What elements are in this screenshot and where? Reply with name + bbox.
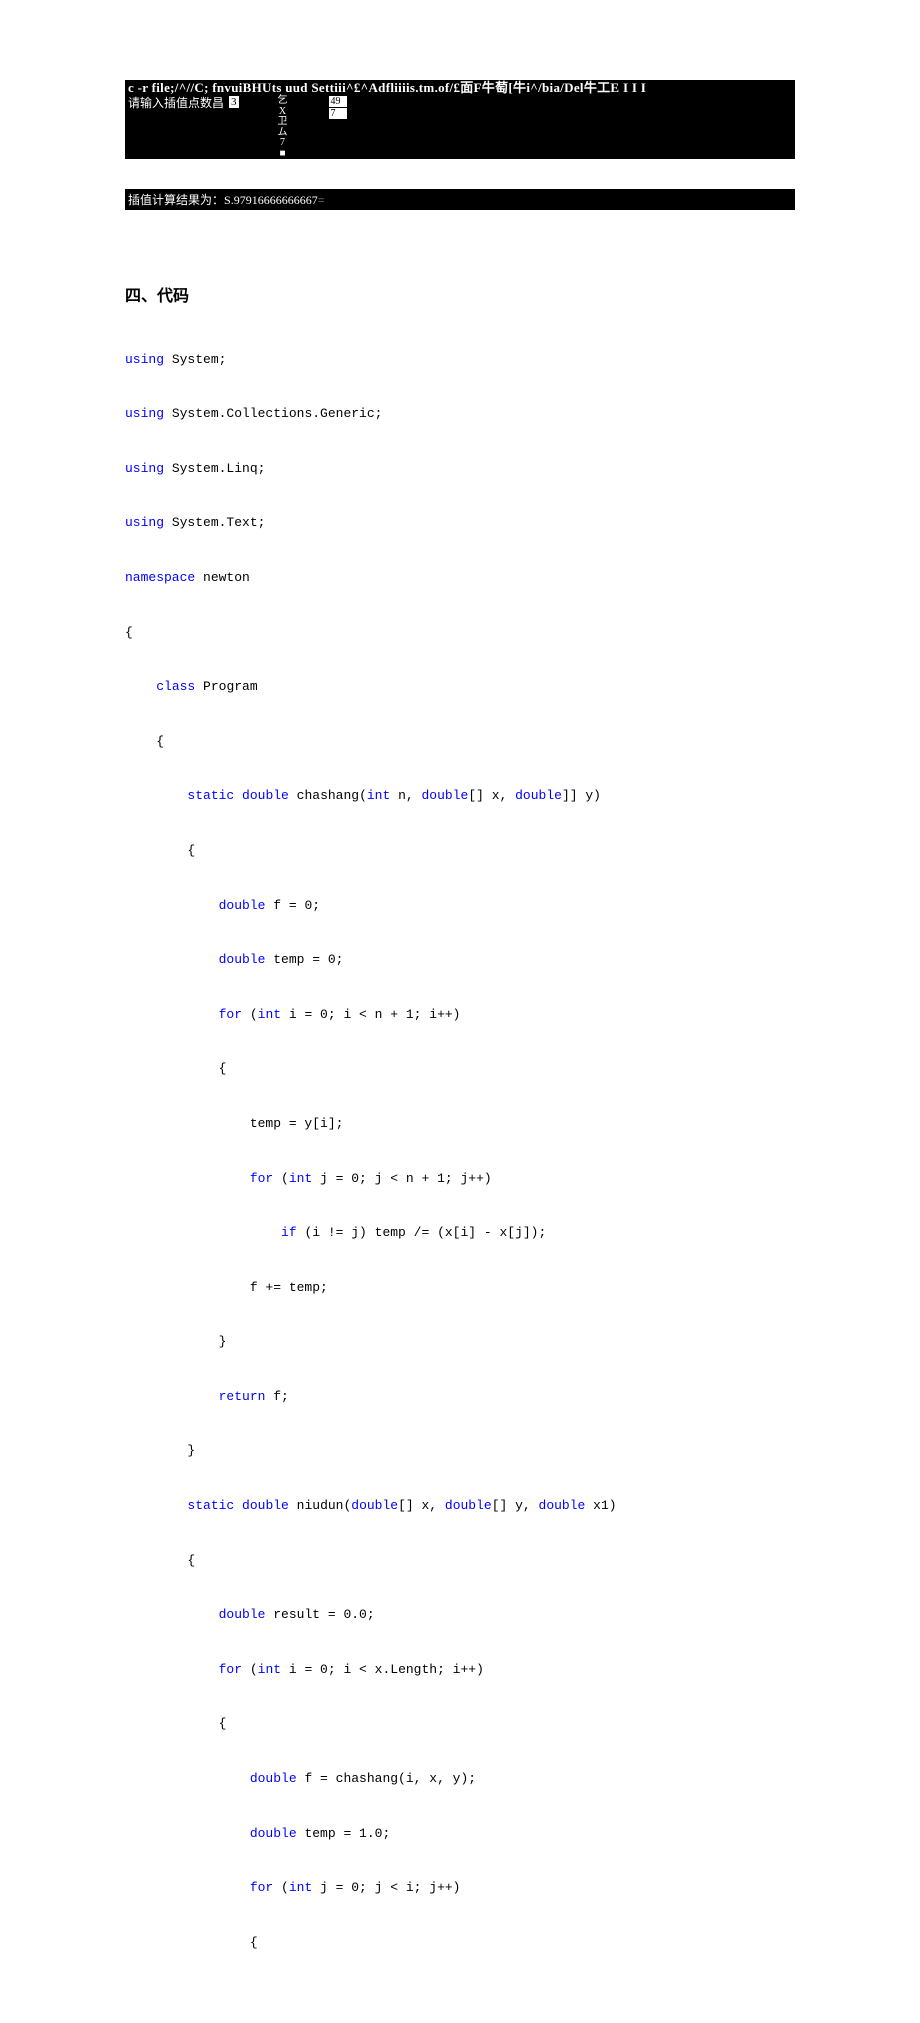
code-line: using System.Linq; <box>125 455 795 482</box>
code-line: static double chashang(int n, double[] x… <box>125 782 795 809</box>
code-block: using System; using System.Collections.G… <box>125 318 795 1983</box>
code-line: for (int i = 0; i < n + 1; i++) <box>125 1001 795 1028</box>
code-line: { <box>125 1055 795 1082</box>
section-heading: 四、代码 <box>125 282 795 306</box>
console-output: c -r file;/^//C; fnvuiBHUts uud Settiii^… <box>125 80 795 159</box>
console-number-box: 49 <box>329 96 347 107</box>
code-line: if (i != j) temp /= (x[i] - x[j]); <box>125 1219 795 1246</box>
code-line: class Program <box>125 673 795 700</box>
console-prompt: 请输入插值点数昌 <box>125 96 227 111</box>
console-number-box: 7 <box>329 108 347 119</box>
code-line: double f = 0; <box>125 892 795 919</box>
console-input-value: 3 <box>229 96 239 108</box>
code-line: { <box>125 1710 795 1737</box>
code-line: { <box>125 1547 795 1574</box>
code-line: namespace newton <box>125 564 795 591</box>
code-line: for (int i = 0; i < x.Length; i++) <box>125 1656 795 1683</box>
code-line: for (int j = 0; j < i; j++) <box>125 1874 795 1901</box>
code-line: using System.Text; <box>125 509 795 536</box>
code-line: return f; <box>125 1383 795 1410</box>
code-line: double temp = 0; <box>125 946 795 973</box>
console-result: 插值计算结果为：S.97916666666667= <box>125 189 795 210</box>
console-row: 请输入插值点数昌 3 乞 X 卫 ム 7 ■ 49 7 <box>125 96 795 159</box>
code-line: temp = y[i]; <box>125 1110 795 1137</box>
code-line: { <box>125 837 795 864</box>
console-title: c -r file;/^//C; fnvuiBHUts uud Settiii^… <box>125 80 795 96</box>
console-result-label: 插值计算结果为： <box>128 193 224 207</box>
console-result-suffix: = <box>318 193 325 207</box>
code-line: } <box>125 1437 795 1464</box>
code-line: { <box>125 1929 795 1956</box>
code-line: } <box>125 1328 795 1355</box>
code-line: double f = chashang(i, x, y); <box>125 1765 795 1792</box>
code-line: static double niudun(double[] x, double[… <box>125 1492 795 1519</box>
console-result-value: S.97916666666667 <box>224 193 318 207</box>
console-number-boxes: 49 7 <box>329 96 347 120</box>
code-line: f += temp; <box>125 1274 795 1301</box>
code-line: double temp = 1.0; <box>125 1820 795 1847</box>
code-line: using System.Collections.Generic; <box>125 400 795 427</box>
console-vertical-text: 乞 X 卫 ム 7 ■ <box>277 96 289 159</box>
code-line: using System; <box>125 346 795 373</box>
code-line: double result = 0.0; <box>125 1601 795 1628</box>
code-line: { <box>125 728 795 755</box>
code-line: { <box>125 619 795 646</box>
code-line: for (int j = 0; j < n + 1; j++) <box>125 1165 795 1192</box>
